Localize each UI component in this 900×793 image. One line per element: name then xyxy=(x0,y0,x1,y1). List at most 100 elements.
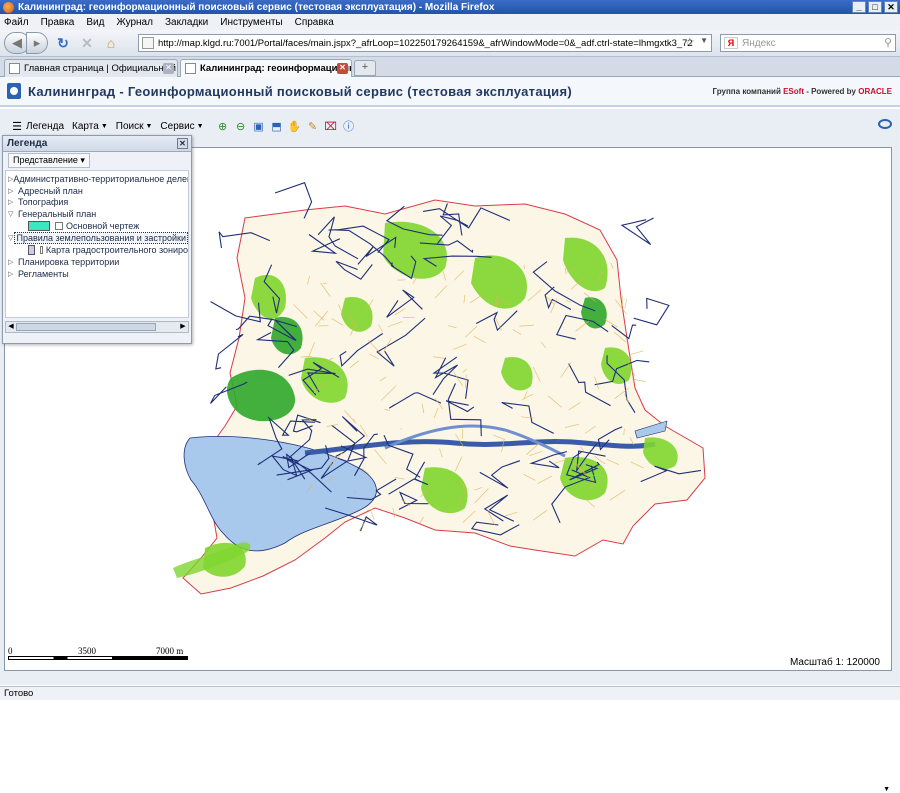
legend-item-label: Правила землепользования и застройки xyxy=(14,232,188,244)
map-menu-button[interactable]: Карта▼ xyxy=(70,121,110,132)
scale-label-end: 7000 m xyxy=(156,646,183,656)
menu-file[interactable]: Файл xyxy=(4,17,29,28)
stop-icon[interactable]: ✕ xyxy=(78,34,96,52)
map-menu-label: Карта xyxy=(72,121,99,132)
yandex-icon[interactable]: Я xyxy=(724,37,738,49)
menu-help[interactable]: Справка xyxy=(295,17,334,28)
search-magnifier-icon[interactable]: ⚲ xyxy=(884,36,892,49)
app-header: Калининград - Геоинформационный поисковы… xyxy=(0,77,900,107)
expand-arrow-icon[interactable]: ▷ xyxy=(8,198,18,206)
legend-title: Легенда xyxy=(7,138,47,149)
tab-label: Главная страница | Официальный са... xyxy=(24,63,178,74)
dropdown-arrow-icon: ▼ xyxy=(197,123,204,130)
menu-history[interactable]: Журнал xyxy=(116,17,153,28)
status-bar: Готово xyxy=(0,686,900,700)
url-bar[interactable]: http://map.klgd.ru:7001/Portal/faces/mai… xyxy=(138,34,712,52)
legend-item-label: Адресный план xyxy=(18,186,83,196)
page-icon xyxy=(142,37,154,49)
zoom-in-icon[interactable]: ⊕ xyxy=(216,119,230,133)
tab-page-icon xyxy=(185,63,196,74)
bottom-blank-strip xyxy=(0,700,900,720)
legend-item-regulations[interactable]: ▷Регламенты xyxy=(6,268,188,280)
bookmark-star-icon[interactable]: ☆ xyxy=(684,35,695,49)
menu-tools[interactable]: Инструменты xyxy=(220,17,282,28)
close-window-button[interactable]: ✕ xyxy=(884,1,898,13)
tab-close-icon[interactable]: ✕ xyxy=(163,63,174,74)
legend-item-general-plan[interactable]: ▽Генеральный план xyxy=(6,208,188,220)
menu-view[interactable]: Вид xyxy=(86,17,104,28)
zoom-out-icon[interactable]: ⊖ xyxy=(234,119,248,133)
url-dropdown-icon[interactable]: ▼ xyxy=(700,36,708,45)
status-text: Готово xyxy=(4,688,33,699)
layer-checkbox[interactable] xyxy=(40,246,43,254)
scroll-down-arrow-icon[interactable]: ▼ xyxy=(883,786,890,793)
dropdown-arrow-icon: ▼ xyxy=(145,123,152,130)
legend-item-land-use-rules[interactable]: ▽Правила землепользования и застройки xyxy=(6,232,188,244)
maximize-button[interactable]: □ xyxy=(868,1,882,13)
legend-item-address-plan[interactable]: ▷Адресный план xyxy=(6,185,188,197)
search-menu-label: Поиск xyxy=(116,121,144,132)
forward-button[interactable]: ▸ xyxy=(26,32,48,54)
layer-checkbox[interactable] xyxy=(55,222,63,230)
scale-bar: 0 3500 7000 m xyxy=(8,646,188,664)
navigation-bar: ◀ ▸ ↻ ✕ ⌂ http://map.klgd.ru:7001/Portal… xyxy=(0,30,900,57)
legend-close-button[interactable]: ✕ xyxy=(177,138,188,149)
legend-item-main-drawing[interactable]: Основной чертеж xyxy=(6,220,188,233)
view-dropdown-button[interactable]: Представление ▾ xyxy=(8,153,90,168)
legend-item-label: Генеральный план xyxy=(18,209,96,219)
legend-item-territory-planning[interactable]: ▷Планировка территории xyxy=(6,256,188,268)
scrollbar-thumb[interactable] xyxy=(16,323,156,331)
legend-item-admin-division[interactable]: ▷Административно-территориальное деление xyxy=(6,173,188,185)
home-icon[interactable]: ⌂ xyxy=(102,34,120,52)
collapse-arrow-icon[interactable]: ▽ xyxy=(8,210,18,218)
expand-arrow-icon[interactable]: ▷ xyxy=(8,187,18,195)
url-text: http://map.klgd.ru:7001/Portal/faces/mai… xyxy=(158,38,693,49)
search-bar[interactable]: Я Яндекс ⚲ xyxy=(720,34,896,52)
reload-icon[interactable]: ↻ xyxy=(54,34,72,52)
expand-arrow-icon[interactable]: ▷ xyxy=(8,258,18,266)
legend-item-label: Карта градостроительного зониро xyxy=(46,245,188,255)
new-tab-button[interactable]: + xyxy=(354,60,376,76)
full-extent-icon[interactable]: ▣ xyxy=(252,119,266,133)
menu-edit[interactable]: Правка xyxy=(41,17,75,28)
tab-main-page[interactable]: Главная страница | Официальный са... ✕ xyxy=(4,59,178,77)
menu-bookmarks[interactable]: Закладки xyxy=(165,17,208,28)
tab-geoportal[interactable]: Калининград: геоинформационный ... ✕ xyxy=(180,59,352,77)
brand-oracle: ORACLE xyxy=(858,87,892,96)
expand-arrow-icon[interactable]: ▷ xyxy=(8,270,18,278)
app-title: Калининград - Геоинформационный поисковы… xyxy=(28,84,572,99)
legend-panel: Легенда ✕ Представление ▾ ▷Административ… xyxy=(2,135,192,344)
legend-horizontal-scrollbar[interactable]: ◀ ▶ xyxy=(5,321,189,333)
list-icon: ☰ xyxy=(10,119,24,133)
brand-text: Группа компаний ESoft - Powered by ORACL… xyxy=(713,87,892,96)
map-toolbar: ☰ Легенда Карта▼ Поиск▼ Сервис▼ ⊕ ⊖ ▣ ⬒ … xyxy=(8,117,356,135)
minimize-button[interactable]: _ xyxy=(852,1,866,13)
pan-hand-icon[interactable]: ✋ xyxy=(288,119,302,133)
view-dropdown-label: Представление xyxy=(13,155,78,165)
scale-label-0: 0 xyxy=(8,646,13,656)
legend-tree: ▷Административно-территориальное деление… xyxy=(5,170,189,318)
search-menu-button[interactable]: Поиск▼ xyxy=(114,121,155,132)
service-menu-button[interactable]: Сервис▼ xyxy=(158,121,205,132)
clear-selection-icon[interactable]: ⌧ xyxy=(324,119,338,133)
tab-close-icon[interactable]: ✕ xyxy=(337,63,348,74)
brand-middle: - Powered by xyxy=(804,87,858,96)
scroll-left-icon[interactable]: ◀ xyxy=(6,322,16,332)
scroll-right-icon[interactable]: ▶ xyxy=(178,322,188,332)
service-menu-label: Сервис xyxy=(160,121,194,132)
portal-logo-icon xyxy=(7,83,21,99)
tab-bar: Главная страница | Официальный са... ✕ К… xyxy=(0,57,900,77)
info-icon[interactable]: ⓘ xyxy=(342,119,356,133)
layer-swatch xyxy=(28,221,50,231)
legend-item-label: Планировка территории xyxy=(18,257,119,267)
legend-item-topography[interactable]: ▷Топография xyxy=(6,196,188,208)
legend-menu-button[interactable]: ☰ Легенда xyxy=(8,119,66,133)
measure-ruler-icon[interactable]: ✎ xyxy=(306,119,320,133)
dropdown-arrow-icon: ▼ xyxy=(101,123,108,130)
identify-icon[interactable]: ⬒ xyxy=(270,119,284,133)
legend-item-label: Основной чертеж xyxy=(66,221,139,231)
legend-item-zoning-map[interactable]: Карта градостроительного зониро xyxy=(6,244,188,257)
search-placeholder: Яндекс xyxy=(742,38,776,49)
legend-subtoolbar: Представление ▾ xyxy=(3,152,191,169)
legend-item-label: Топография xyxy=(18,197,68,207)
